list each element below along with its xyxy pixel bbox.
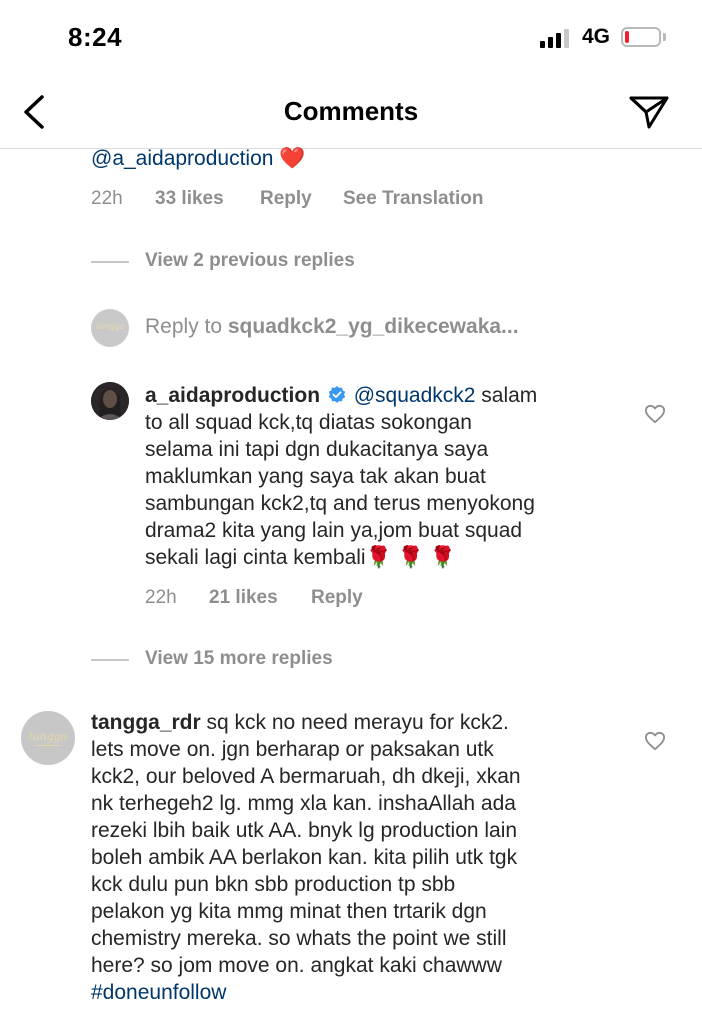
avatar[interactable]	[91, 382, 129, 420]
paper-plane-icon[interactable]	[628, 94, 670, 130]
view-previous-replies-button[interactable]: View 2 previous replies	[145, 250, 355, 272]
reply-text-line: to all squad kck,tq diatas sokongan	[145, 411, 472, 434]
comment-text-line: kck dulu pun bkn sbb production tp sbb	[91, 873, 456, 896]
comment-line: tangga_rdr sq kck no need merayu for kck…	[91, 709, 631, 736]
reply-time: 22h	[145, 587, 177, 608]
reply-username[interactable]: a_aidaproduction	[145, 384, 320, 407]
reply-text-line-end: sekali lagi cinta kembali	[145, 546, 366, 569]
reply-text-line: sekali lagi cinta kembali🌹 🌹 🌹	[145, 544, 625, 571]
battery-icon	[621, 27, 661, 47]
reply-to-username: squadkck2_yg_dikecewaka...	[227, 315, 519, 338]
page-title: Comments	[283, 96, 419, 126]
view-more-replies-button[interactable]: View 15 more replies	[145, 648, 333, 670]
reply-comment: a_aidaproduction @squadkck2 salam to all…	[145, 382, 625, 571]
comment-time: 22h	[91, 188, 123, 209]
comment-body: tangga_rdr sq kck no need merayu for kck…	[91, 709, 631, 1006]
hashtag-link[interactable]: #doneunfollow	[91, 979, 631, 1006]
reply-text-line: salam	[475, 384, 538, 407]
status-time: 8:24	[68, 22, 123, 52]
avatar-logo-text: tangga	[28, 730, 68, 743]
reply-to-field[interactable]: Reply to squadkck2_yg_dikecewaka...	[145, 315, 519, 339]
comment-text: @a_aidaproduction ❤️	[91, 145, 305, 172]
comment-text-line: rezeki lbih baik utk AA. bnyk lg product…	[91, 819, 518, 842]
avatar[interactable]: tangga	[21, 711, 75, 765]
comment-text-line: nk terhegeh2 lg. mmg xla kan. inshaAllah…	[91, 792, 516, 815]
comment-text-line: sq kck no need merayu for kck2.	[200, 711, 509, 734]
see-translation-button[interactable]: See Translation	[343, 188, 483, 210]
replies-divider-line	[91, 659, 129, 661]
replies-divider-line	[91, 261, 129, 263]
comment-username[interactable]: tangga_rdr	[91, 711, 201, 734]
mention-link[interactable]: @a_aidaproduction	[91, 147, 273, 170]
cellular-signal-icon	[540, 29, 569, 48]
likes-count[interactable]: 33 likes	[155, 188, 224, 210]
reply-text-line: maklumkan yang saya tak akan buat	[145, 465, 486, 488]
comment-text-line: lets move on. jgn berharap or paksakan u…	[91, 738, 494, 761]
reply-text-line: sambungan kck2,tq and terus menyokong	[145, 492, 535, 515]
mention-link[interactable]: @squadkck2	[354, 384, 476, 407]
comment-text-line: kck2, our beloved A bermaruah, dh dkeji,…	[91, 765, 521, 788]
reply-to-prefix: Reply to	[145, 315, 228, 338]
reply-button[interactable]: Reply	[311, 587, 363, 609]
comment-text-line: chemistry mereka. so whats the point we …	[91, 927, 507, 950]
network-type: 4G	[582, 25, 611, 48]
likes-count[interactable]: 21 likes	[209, 587, 278, 609]
heart-emoji: ❤️	[279, 147, 306, 170]
heart-icon[interactable]	[644, 404, 666, 424]
heart-icon[interactable]	[644, 731, 666, 751]
avatar: tangga	[91, 309, 129, 347]
battery-nub	[663, 33, 666, 41]
reply-text-line: selama ini tapi dgn dukacitanya saya	[145, 438, 489, 461]
comment-text-line: here? so jom move on. angkat kaki chawww	[91, 954, 502, 977]
comment-text-line: pelakon yg kita mmg minat then trtarik d…	[91, 900, 487, 923]
rose-emojis: 🌹 🌹 🌹	[365, 546, 456, 569]
reply-button[interactable]: Reply	[260, 188, 312, 210]
verified-badge-icon	[328, 386, 346, 403]
comment-text-line: boleh ambik AA berlakon kan. kita pilih …	[91, 846, 518, 869]
reply-text-line: drama2 kita yang lain ya,jom buat squad	[145, 519, 523, 542]
reply-line: a_aidaproduction @squadkck2 salam	[145, 382, 625, 409]
